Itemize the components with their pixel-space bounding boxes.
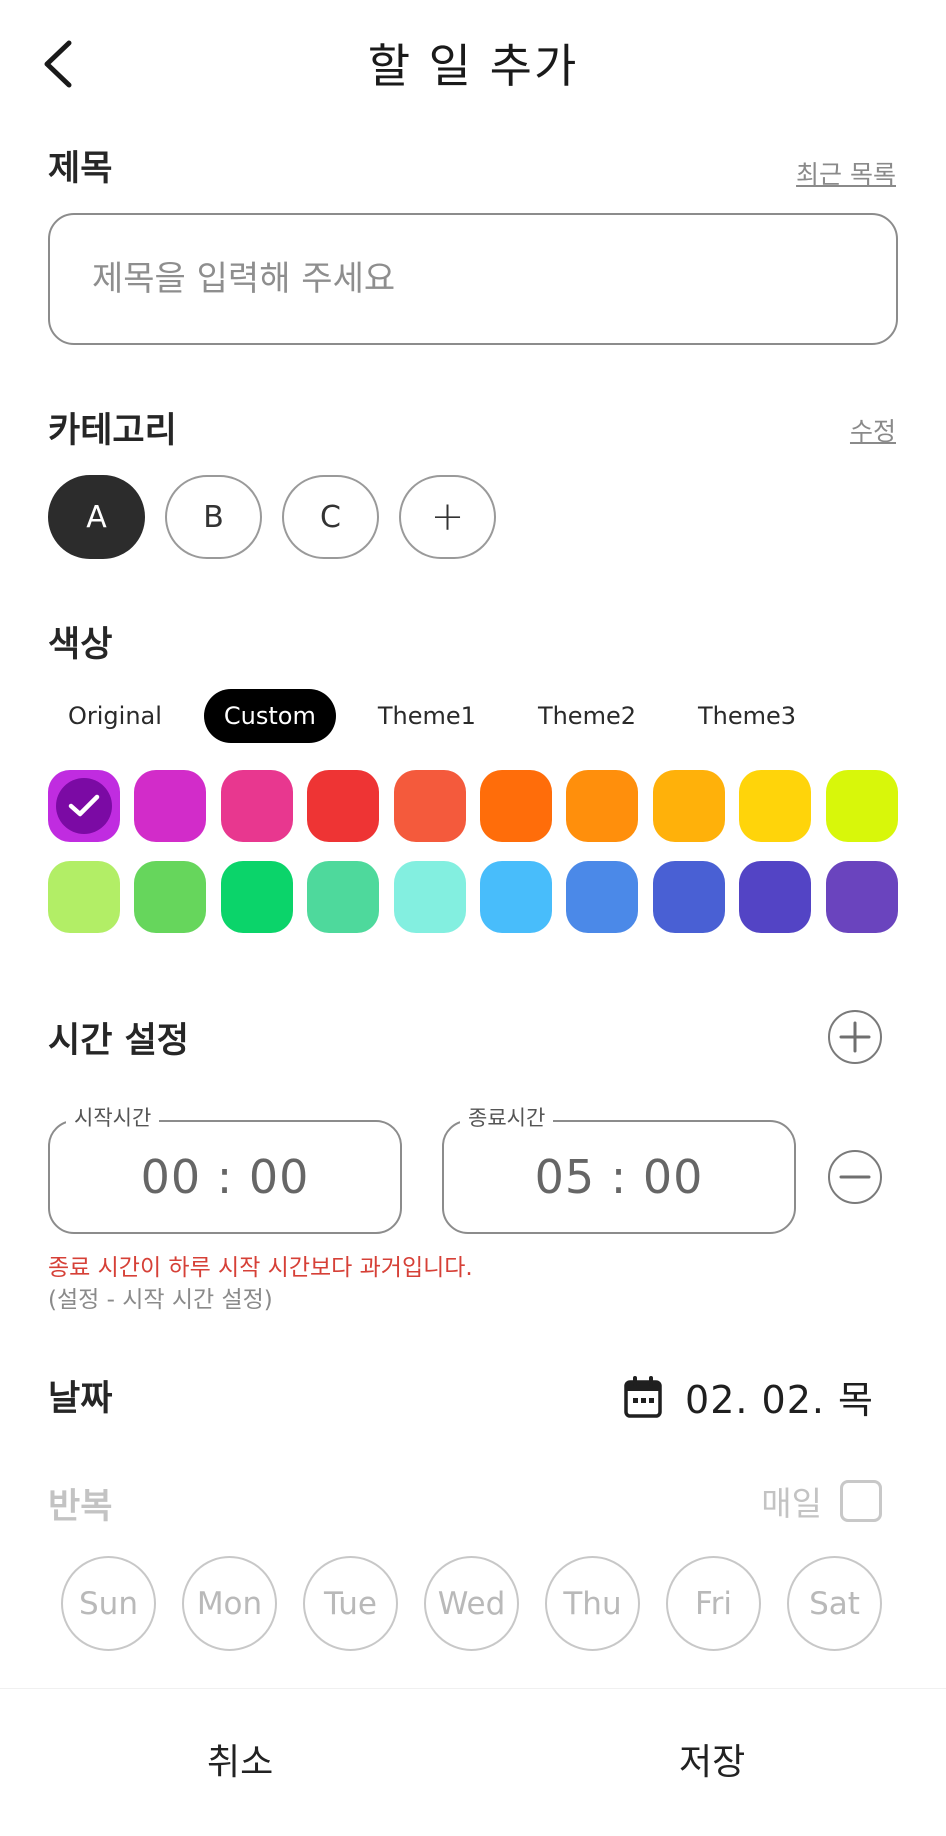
theme-tab-theme2[interactable]: Theme2 xyxy=(518,689,656,743)
minus-icon xyxy=(839,1175,871,1179)
everyday-toggle[interactable]: 매일 xyxy=(761,1477,882,1525)
color-swatch[interactable] xyxy=(566,861,639,933)
category-chip-c[interactable]: C xyxy=(282,475,379,559)
date-value: 02. 02. 목 xyxy=(685,1378,874,1422)
date-picker[interactable]: 02. 02. 목 xyxy=(623,1369,874,1424)
time-section-label: 시간 설정 xyxy=(48,1021,189,1061)
color-section-label: 색상 xyxy=(48,625,113,665)
color-swatch[interactable] xyxy=(825,861,898,933)
color-swatch[interactable] xyxy=(134,861,207,933)
date-section-label: 날짜 xyxy=(48,1379,113,1419)
recent-list-link[interactable]: 최근 목록 xyxy=(796,155,896,191)
theme-tab-theme3[interactable]: Theme3 xyxy=(678,689,816,743)
color-swatch[interactable] xyxy=(48,770,120,842)
color-swatch[interactable] xyxy=(220,861,293,933)
repeat-section-label: 반복 xyxy=(48,1487,113,1527)
color-swatch[interactable] xyxy=(393,861,466,933)
add-todo-screen: 할 일 추가 제목 최근 목록 카테고리 수정 A B C + 색상 Origi… xyxy=(0,0,946,1836)
add-category-button[interactable]: + xyxy=(399,475,496,559)
bottom-action-bar: 취소 저장 xyxy=(0,1688,946,1836)
color-swatch[interactable] xyxy=(652,861,725,933)
theme-tab-original[interactable]: Original xyxy=(48,689,182,743)
day-thu[interactable]: Thu xyxy=(545,1556,640,1651)
color-swatch[interactable] xyxy=(393,770,466,842)
color-swatch[interactable] xyxy=(307,861,380,933)
color-swatch[interactable] xyxy=(479,770,552,842)
category-section-label: 카테고리 xyxy=(48,411,177,451)
day-sat[interactable]: Sat xyxy=(787,1556,882,1651)
plus-icon xyxy=(839,1021,871,1053)
color-swatch[interactable] xyxy=(566,770,639,842)
end-time-value: 05 : 00 xyxy=(534,1150,704,1204)
start-time-label: 시작시간 xyxy=(66,1102,160,1132)
color-swatch[interactable] xyxy=(825,770,898,842)
day-mon[interactable]: Mon xyxy=(182,1556,277,1651)
start-time-value: 00 : 00 xyxy=(140,1150,310,1204)
category-chip-a[interactable]: A xyxy=(48,475,145,559)
save-button[interactable]: 저장 xyxy=(679,1733,745,1785)
start-time-field[interactable]: 시작시간 00 : 00 xyxy=(48,1102,402,1234)
color-swatch[interactable] xyxy=(307,770,380,842)
theme-tab-row: Original Custom Theme1 Theme2 Theme3 xyxy=(48,689,816,743)
color-swatch[interactable] xyxy=(652,770,725,842)
color-swatch[interactable] xyxy=(479,861,552,933)
remove-time-button[interactable] xyxy=(828,1150,882,1204)
title-section-label: 제목 xyxy=(48,149,113,189)
time-settings-hint: (설정 - 시작 시간 설정) xyxy=(48,1287,273,1313)
time-error-message: 종료 시간이 하루 시작 시간보다 과거입니다. xyxy=(48,1255,473,1281)
day-sun[interactable]: Sun xyxy=(61,1556,156,1651)
category-chip-b[interactable]: B xyxy=(165,475,262,559)
color-swatch[interactable] xyxy=(220,770,293,842)
everyday-label: 매일 xyxy=(761,1484,822,1523)
add-time-button[interactable] xyxy=(828,1010,882,1064)
category-edit-link[interactable]: 수정 xyxy=(850,412,896,448)
everyday-checkbox[interactable] xyxy=(840,1480,882,1522)
color-swatch[interactable] xyxy=(739,861,812,933)
day-fri[interactable]: Fri xyxy=(666,1556,761,1651)
end-time-field[interactable]: 종료시간 05 : 00 xyxy=(442,1102,796,1234)
day-tue[interactable]: Tue xyxy=(303,1556,398,1651)
day-wed[interactable]: Wed xyxy=(424,1556,519,1651)
color-swatch[interactable] xyxy=(48,861,120,933)
calendar-icon xyxy=(624,1375,662,1418)
end-time-label: 종료시간 xyxy=(460,1102,554,1132)
category-chip-row: A B C + xyxy=(48,475,496,559)
title-input[interactable] xyxy=(48,213,898,345)
color-swatch[interactable] xyxy=(134,770,207,842)
cancel-button[interactable]: 취소 xyxy=(207,1733,273,1785)
theme-tab-custom[interactable]: Custom xyxy=(203,689,336,743)
check-icon xyxy=(56,778,112,834)
color-swatch-grid xyxy=(48,770,898,933)
page-title: 할 일 추가 xyxy=(367,39,579,93)
theme-tab-theme1[interactable]: Theme1 xyxy=(358,689,496,743)
weekday-row: Sun Mon Tue Wed Thu Fri Sat xyxy=(61,1556,882,1651)
color-swatch[interactable] xyxy=(739,770,812,842)
